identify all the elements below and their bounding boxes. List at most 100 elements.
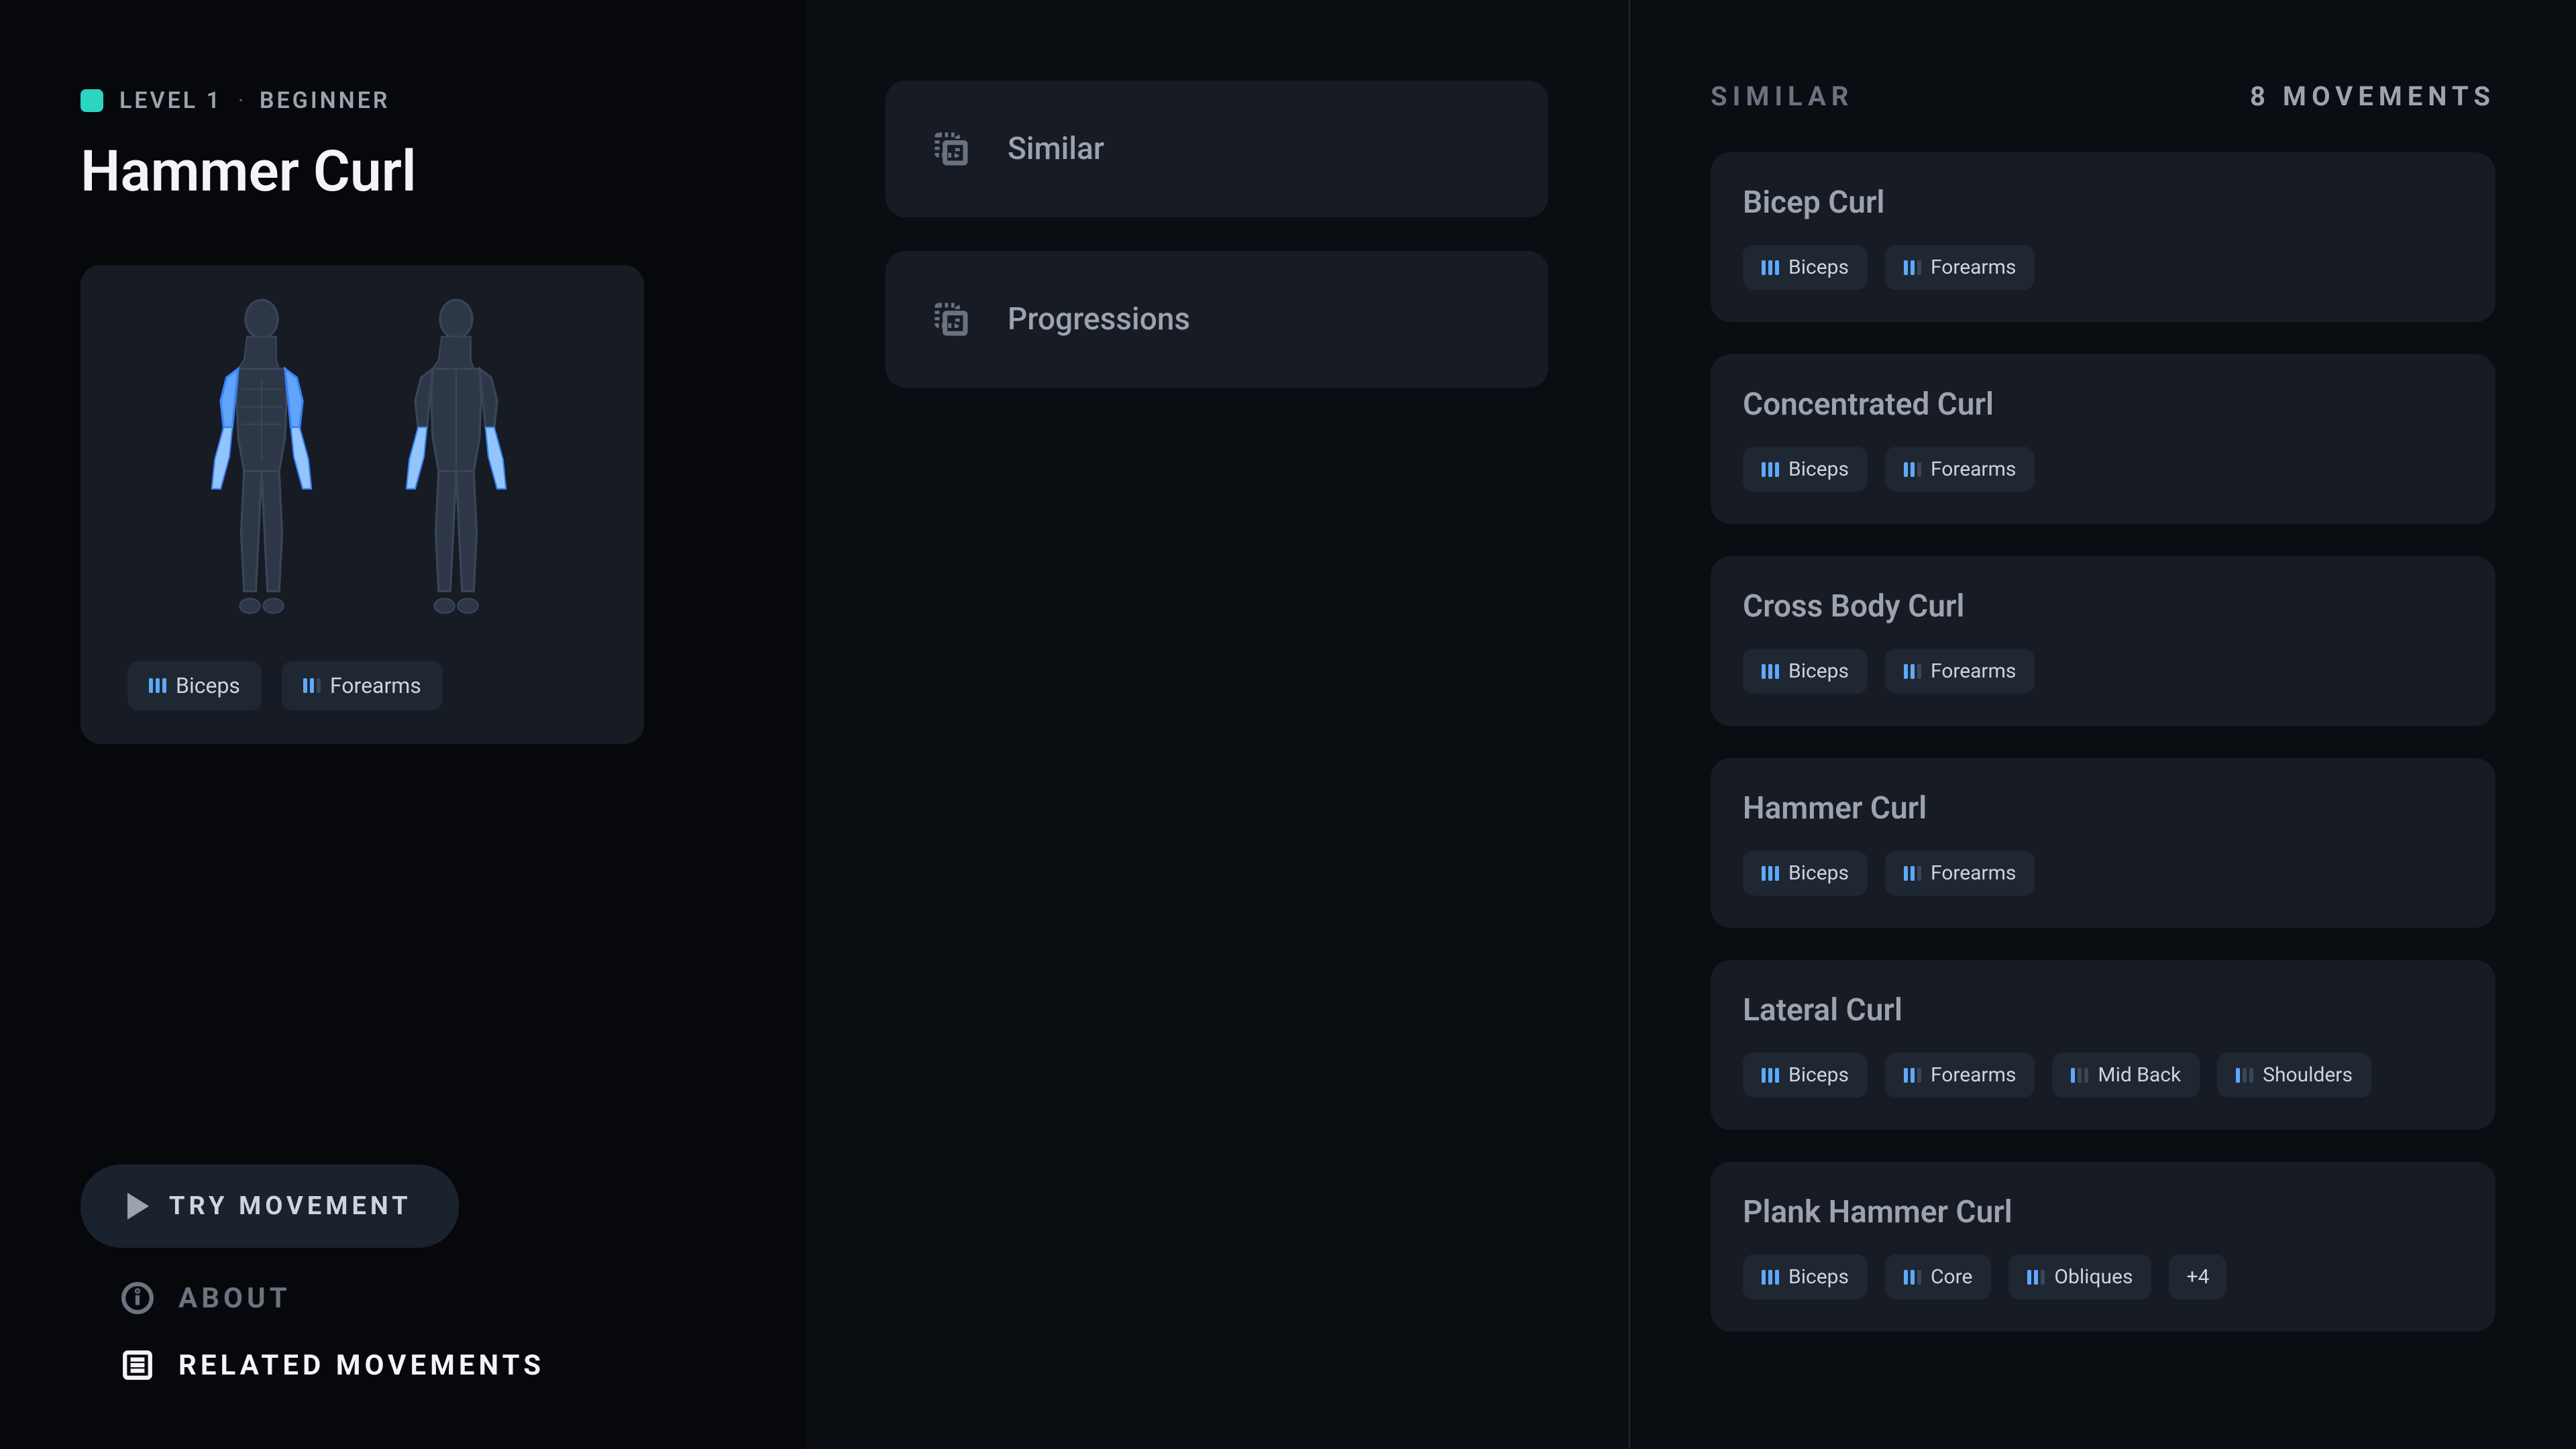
movement-card[interactable]: Plank Hammer Curl Biceps Core Obliques +4 — [1711, 1162, 2496, 1332]
muscle-tag-label: Forearms — [1931, 659, 2016, 683]
muscle-tag: Forearms — [1885, 649, 2035, 694]
nav-section: TRY MOVEMENT ABOUT RELATED MOVEMENTS — [80, 1165, 724, 1382]
intensity-bars-icon — [1904, 866, 1921, 881]
muscle-tag-label: Forearms — [1931, 861, 2016, 885]
muscle-tag: Biceps — [1743, 1053, 1868, 1097]
movement-card[interactable]: Bicep Curl Biceps Forearms — [1711, 152, 2496, 322]
muscle-tag: Biceps — [1743, 649, 1868, 694]
movement-card[interactable]: Concentrated Curl Biceps Forearms — [1711, 354, 2496, 524]
muscle-tag-label: Obliques — [2054, 1265, 2133, 1289]
muscle-tag: Forearms — [1885, 245, 2035, 290]
body-back-icon — [382, 299, 530, 621]
category-card[interactable]: Similar — [885, 80, 1548, 217]
movement-card[interactable]: Cross Body Curl Biceps Forearms — [1711, 556, 2496, 726]
intensity-bars-icon — [149, 678, 166, 693]
muscle-tags: Biceps Forearms Mid Back Shoulders — [1743, 1053, 2463, 1097]
muscle-tag-label: Forearms — [1931, 256, 2016, 279]
muscle-tags: Biceps Forearms — [1743, 851, 2463, 896]
muscle-tag: Biceps — [1743, 245, 1868, 290]
muscle-tag: Forearms — [1885, 447, 2035, 492]
stack-icon — [932, 130, 970, 168]
muscle-tag-label: Biceps — [1788, 256, 1849, 279]
about-label: ABOUT — [178, 1282, 291, 1315]
muscle-tag: Biceps — [127, 661, 262, 710]
intensity-bars-icon — [1762, 1270, 1779, 1285]
intensity-bars-icon — [1904, 462, 1921, 477]
difficulty-label: BEGINNER — [260, 87, 390, 114]
movement-card-title: Plank Hammer Curl — [1743, 1194, 2463, 1230]
muscle-tag: Forearms — [1885, 851, 2035, 896]
muscle-tag: Mid Back — [2052, 1053, 2200, 1097]
intensity-bars-icon — [1904, 1270, 1921, 1285]
body-figures — [127, 299, 597, 621]
right-header: SIMILAR 8 MOVEMENTS — [1711, 80, 2496, 112]
muscle-tag: Biceps — [1743, 851, 1868, 896]
left-panel: LEVEL 1 · BEGINNER Hammer Curl — [0, 0, 805, 1449]
movement-card[interactable]: Hammer CurlBicepsForearms — [1711, 758, 2496, 928]
movement-card-title: Lateral Curl — [1743, 992, 2463, 1028]
movement-card[interactable]: Lateral Curl Biceps Forearms Mid Back Should… — [1711, 960, 2496, 1130]
movement-card-title: Bicep Curl — [1743, 184, 2463, 221]
level-label: LEVEL 1 — [119, 87, 222, 114]
intensity-bars-icon — [1762, 260, 1779, 275]
movement-card-title: Cross Body Curl — [1743, 588, 2463, 625]
intensity-bars-icon — [1762, 462, 1779, 477]
muscle-tag: Biceps — [1743, 447, 1868, 492]
about-nav-item[interactable]: ABOUT — [80, 1281, 724, 1315]
muscle-tag-label: Mid Back — [2098, 1063, 2181, 1087]
movement-title: Hammer Curl — [80, 138, 724, 205]
level-row: LEVEL 1 · BEGINNER — [80, 87, 724, 114]
category-label: Progressions — [1008, 301, 1190, 337]
movement-count-label: 8 MOVEMENTS — [2250, 80, 2496, 112]
muscle-tag-label: Biceps — [1788, 1265, 1849, 1289]
intensity-bars-icon — [1904, 260, 1921, 275]
category-label: Similar — [1008, 131, 1104, 167]
overflow-tag: +4 — [2169, 1254, 2226, 1299]
muscle-tag: Biceps — [1743, 1254, 1868, 1299]
related-movements-label: RELATED MOVEMENTS — [178, 1349, 545, 1382]
intensity-bars-icon — [2071, 1068, 2088, 1083]
intensity-bars-icon — [1762, 1068, 1779, 1083]
muscle-tag-label: Biceps — [176, 673, 240, 698]
muscle-tag-label: Shoulders — [2263, 1063, 2353, 1087]
try-movement-label: TRY MOVEMENT — [169, 1191, 412, 1221]
muscle-tag-label: Core — [1931, 1265, 1972, 1289]
intensity-bars-icon — [1904, 1068, 1921, 1083]
intensity-bars-icon — [303, 678, 321, 693]
movement-list[interactable]: Bicep CurlBicepsForearmsConcentrated Cur… — [1711, 152, 2496, 1332]
muscle-tag: Core — [1885, 1254, 1991, 1299]
muscle-tag-label: Forearms — [1931, 458, 2016, 481]
info-icon — [121, 1281, 154, 1315]
level-separator: · — [238, 89, 244, 113]
movement-card-title: Concentrated Curl — [1743, 386, 2463, 423]
muscle-tags: Biceps Core Obliques +4 — [1743, 1254, 2463, 1299]
intensity-bars-icon — [1904, 664, 1921, 679]
muscle-tag: Forearms — [282, 661, 443, 710]
muscle-tag-label: Forearms — [1931, 1063, 2016, 1087]
body-front-icon — [188, 299, 335, 621]
middle-panel: Similar Progressions — [805, 0, 1630, 1449]
intensity-bars-icon — [1762, 866, 1779, 881]
play-icon — [127, 1193, 149, 1220]
related-movements-nav-item[interactable]: RELATED MOVEMENTS — [80, 1348, 724, 1382]
muscle-tags: Biceps Forearms — [1743, 245, 2463, 290]
muscle-tags: Biceps Forearms — [1743, 447, 2463, 492]
muscle-tag: Shoulders — [2217, 1053, 2371, 1097]
intensity-bars-icon — [2236, 1068, 2253, 1083]
intensity-bars-icon — [2027, 1270, 2045, 1285]
stack-icon — [932, 301, 970, 338]
try-movement-button[interactable]: TRY MOVEMENT — [80, 1165, 459, 1248]
intensity-bars-icon — [1762, 664, 1779, 679]
muscle-tag-label: Biceps — [1788, 458, 1849, 481]
right-panel: SIMILAR 8 MOVEMENTS Bicep Curl Biceps Fore… — [1630, 0, 2576, 1449]
muscle-tag: Obliques — [2008, 1254, 2151, 1299]
muscle-tag-label: Biceps — [1788, 861, 1849, 885]
similar-header-label: SIMILAR — [1711, 80, 1854, 112]
muscle-tag-label: Biceps — [1788, 659, 1849, 683]
muscle-tag-label: Biceps — [1788, 1063, 1849, 1087]
muscle-tag-label: Forearms — [330, 673, 421, 698]
muscle-tag: Forearms — [1885, 1053, 2035, 1097]
category-card[interactable]: Progressions — [885, 251, 1548, 388]
list-icon — [121, 1348, 154, 1382]
muscle-tags: Biceps Forearms — [1743, 649, 2463, 694]
